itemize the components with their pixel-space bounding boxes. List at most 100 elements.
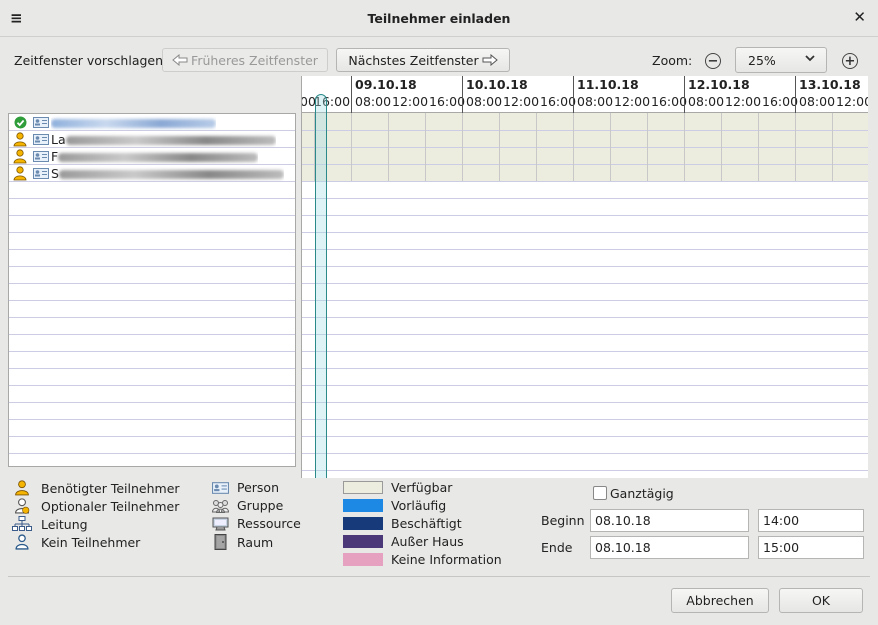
timeline-row-line (302, 402, 868, 403)
timeline-row-line (302, 232, 868, 233)
timeline-hour-line (684, 113, 685, 181)
legend-free: Verfügbar (343, 480, 452, 495)
person-card-icon (31, 116, 51, 128)
no-info-swatch (343, 553, 383, 566)
arrow-left-icon (172, 54, 188, 66)
end-date-field[interactable]: 08.10.18 (590, 536, 749, 559)
timeline-row-line (302, 351, 868, 352)
attendee-name: F (51, 149, 259, 164)
legend-label: Gruppe (237, 498, 284, 513)
timeline-hour-line (721, 113, 722, 181)
legend-group: Gruppe (212, 498, 283, 513)
attendee-name: La (51, 132, 276, 147)
day-column: 09.10.18 08:0012:0016:00 (351, 76, 465, 113)
resource-icon (212, 517, 229, 531)
allday-label[interactable]: Ganztägig (610, 486, 674, 501)
zoom-select[interactable]: 25% (735, 47, 827, 73)
timeline-hour-line (536, 113, 537, 181)
empty-attendee-row[interactable] (9, 216, 295, 233)
legend-label: Kein Teilnehmer (41, 534, 141, 550)
previous-slot-button[interactable]: Früheres Zeitfenster (162, 48, 328, 72)
empty-attendee-row[interactable] (9, 454, 295, 466)
empty-attendee-row[interactable] (9, 352, 295, 369)
legend-room: Raum (214, 534, 273, 550)
empty-attendee-row[interactable] (9, 403, 295, 420)
person-card-icon (212, 481, 229, 494)
legend-label: Raum (237, 534, 274, 550)
room-icon (214, 534, 227, 550)
non-participant-icon (14, 534, 30, 550)
empty-attendee-row[interactable] (9, 386, 295, 403)
suggest-slot-label: Zeitfenster vorschlagen: (14, 53, 168, 68)
zoom-label: Zoom: (652, 53, 693, 68)
attendee-row[interactable]: La (9, 131, 295, 148)
legend-label: Keine Information (391, 552, 502, 567)
arrow-right-icon (482, 54, 498, 66)
optional-attendee-icon (14, 498, 30, 514)
start-date-field[interactable]: 08.10.18 (590, 509, 749, 532)
legend-nonparticipant: Kein Teilnehmer (14, 534, 140, 550)
timeline-row-line (302, 453, 868, 454)
free-swatch (343, 481, 383, 494)
day-date: 13.10.18 (799, 77, 861, 92)
legend-label: Verfügbar (391, 480, 453, 495)
person-card-icon (31, 167, 51, 179)
timeline-hour-line (388, 113, 389, 181)
timeline-row-line (302, 419, 868, 420)
organizer-check-icon (9, 116, 31, 129)
freebusy-timeline[interactable]: 0016:00 09.10.18 08:0012:0016:00 10.10.1… (301, 76, 868, 478)
empty-attendee-row[interactable] (9, 437, 295, 454)
legend-person: Person (212, 480, 279, 495)
redacted-email (51, 118, 216, 128)
timeline-row-line (302, 334, 868, 335)
legend-no-info: Keine Information (343, 552, 502, 567)
empty-attendee-row[interactable] (9, 420, 295, 437)
attendee-row-organizer[interactable] (9, 114, 295, 131)
end-time-field[interactable]: 15:00 (758, 536, 864, 559)
timeline-row-line (302, 215, 868, 216)
start-time-field[interactable]: 14:00 (758, 509, 864, 532)
chevron-down-icon (804, 52, 816, 64)
timeline-hour-line (573, 113, 574, 181)
timeline-hour-line (832, 113, 833, 181)
attendee-row[interactable]: S (9, 165, 295, 182)
footer-separator (8, 576, 870, 577)
allday-checkbox[interactable] (593, 486, 607, 500)
empty-attendee-row[interactable] (9, 369, 295, 386)
day-column: 13.10.18 08:0012:00 (795, 76, 868, 113)
empty-attendee-row[interactable] (9, 233, 295, 250)
timeline-row-line (302, 181, 868, 182)
timeline-hour-line (425, 113, 426, 181)
day-date: 09.10.18 (355, 77, 417, 92)
selected-time-marker[interactable] (315, 94, 327, 478)
timeline-row-line (302, 300, 868, 301)
timeline-hour-line (758, 113, 759, 181)
timeline-row-line (302, 249, 868, 250)
empty-attendee-row[interactable] (9, 318, 295, 335)
zoom-in-icon[interactable]: + (842, 53, 858, 69)
attendee-list[interactable]: La F S (8, 113, 296, 467)
window-title: Teilnehmer einladen (367, 11, 511, 26)
empty-attendee-row[interactable] (9, 284, 295, 301)
cancel-button[interactable]: Abbrechen (671, 588, 769, 613)
empty-attendee-row[interactable] (9, 182, 295, 199)
empty-attendee-row[interactable] (9, 301, 295, 318)
empty-attendee-row[interactable] (9, 199, 295, 216)
empty-attendee-row[interactable] (9, 267, 295, 284)
end-label: Ende (541, 540, 573, 555)
day-column: 12.10.18 08:0012:0016:00 (684, 76, 798, 113)
empty-attendee-row[interactable] (9, 335, 295, 352)
day-date: 12.10.18 (688, 77, 750, 92)
attendee-row[interactable]: F (9, 148, 295, 165)
zoom-out-icon[interactable]: − (705, 53, 721, 69)
day-hours: 08:0012:0016:00 (577, 94, 688, 109)
ok-button[interactable]: OK (779, 588, 863, 613)
timeline-row-line (302, 436, 868, 437)
day-hours: 08:0012:0016:00 (466, 94, 577, 109)
empty-attendee-row[interactable] (9, 250, 295, 267)
next-slot-button[interactable]: Nächstes Zeitfenster (336, 48, 510, 72)
group-icon (212, 499, 229, 513)
legend-resource: Ressource (212, 516, 301, 531)
close-icon[interactable]: ✕ (853, 8, 866, 26)
tentative-swatch (343, 499, 383, 512)
